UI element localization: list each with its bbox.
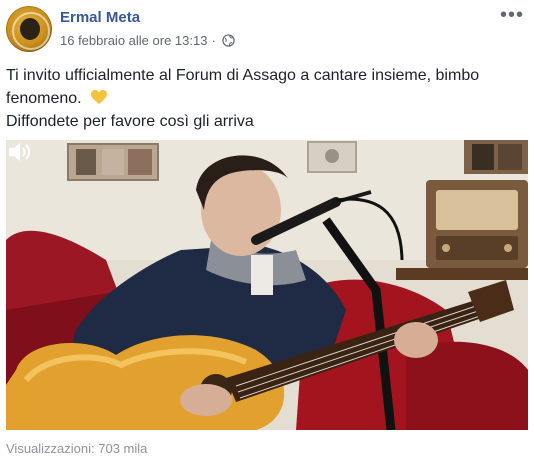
author-name[interactable]: Ermal Meta [60,9,140,26]
post-timestamp[interactable]: 16 febbraio alle ore 13:13 [60,33,207,48]
post-text: Ti invito ufficialmente al Forum di Assa… [6,64,526,133]
post-text-line2: Diffondete per favore così gli arriva [6,113,254,130]
more-options-icon[interactable]: ••• [500,5,524,25]
meta-separator: · [211,33,216,48]
post-text-line1: Ti invito ufficialmente al Forum di Assa… [6,67,480,107]
globe-icon [222,34,235,47]
view-count: Visualizzazioni: 703 mila [6,441,148,456]
video-frame [6,140,528,430]
post-meta: 16 febbraio alle ore 13:13 · [60,33,235,48]
avatar-figure [20,18,40,40]
yellow-heart-icon [91,90,108,104]
facebook-post: Ermal Meta 16 febbraio alle ore 13:13 · … [0,0,534,462]
video-player[interactable] [6,140,528,430]
speaker-icon[interactable] [6,140,32,164]
author-avatar[interactable] [6,6,52,52]
